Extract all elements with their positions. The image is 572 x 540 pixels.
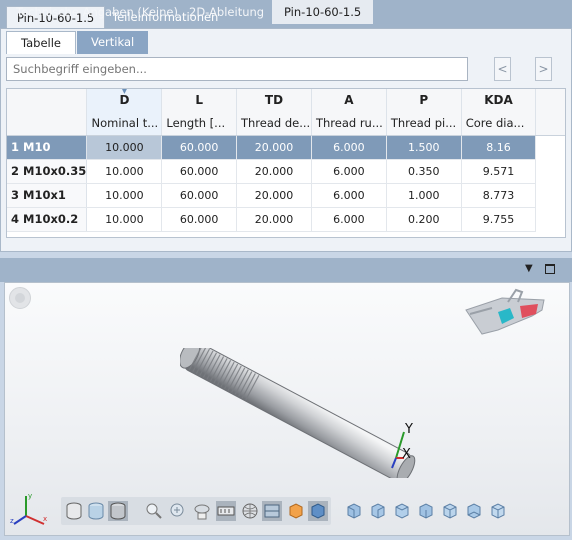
parameter-table: ▼ D L TD A P KDA Nominal t... Length [...… <box>6 88 566 238</box>
view-top-icon[interactable] <box>440 501 460 521</box>
row-filler <box>536 159 565 183</box>
table-cell[interactable]: 0.350 <box>386 159 462 184</box>
view-bottom-icon[interactable] <box>464 501 484 521</box>
table-cell[interactable]: 60.000 <box>161 183 237 208</box>
column-desc-p[interactable]: Thread pi... <box>386 111 462 136</box>
view-front-icon[interactable] <box>344 501 364 521</box>
column-header-a[interactable]: A <box>311 89 387 111</box>
column-header-p[interactable]: P <box>386 89 462 111</box>
rotate-view-icon[interactable] <box>192 501 212 521</box>
column-header-kda[interactable]: KDA <box>461 89 537 111</box>
tab-technical-data[interactable]: Technische Angaben (Keine) <box>4 0 190 24</box>
table-row[interactable]: 4 M10x0.2 10.000 60.000 20.000 6.000 0.2… <box>7 207 565 232</box>
table-cell[interactable]: 60.000 <box>161 135 237 160</box>
cylinder-wireframe-icon[interactable] <box>64 501 84 521</box>
axis-label-y: Y <box>405 422 413 437</box>
section-view-icon[interactable] <box>262 501 282 521</box>
record-icon[interactable] <box>9 287 31 309</box>
row-label[interactable]: 4 M10x0.2 <box>7 207 88 232</box>
row-label[interactable]: 2 M10x0.35 <box>7 159 88 184</box>
column-desc-a[interactable]: Thread ru... <box>311 111 387 136</box>
column-desc-d[interactable]: Nominal t... <box>86 111 163 136</box>
3d-glasses-icon[interactable] <box>462 288 548 340</box>
row-filler <box>536 207 565 231</box>
table-cell[interactable]: 9.571 <box>461 159 537 184</box>
view-back-icon[interactable] <box>368 501 388 521</box>
table-row[interactable]: 2 M10x0.35 10.000 60.000 20.000 6.000 0.… <box>7 159 565 184</box>
zoom-icon[interactable] <box>144 501 164 521</box>
mesh-sphere-icon[interactable] <box>240 501 260 521</box>
table-cell[interactable]: 20.000 <box>236 135 312 160</box>
table-cell[interactable]: 60.000 <box>161 207 237 232</box>
svg-text:z: z <box>10 517 14 525</box>
zoom-fit-icon[interactable] <box>168 501 188 521</box>
row-label[interactable]: 3 M10x1 <box>7 183 88 208</box>
table-cell[interactable]: 10.000 <box>86 207 163 232</box>
row-label[interactable]: 1 M10 <box>7 135 88 160</box>
table-cell[interactable]: 0.200 <box>386 207 462 232</box>
sort-arrow-icon: ▼ <box>121 89 128 95</box>
column-desc-kda[interactable]: Core dia... <box>461 111 537 136</box>
svg-text:y: y <box>28 492 32 500</box>
view-right-icon[interactable] <box>416 501 436 521</box>
table-cell[interactable]: 6.000 <box>311 207 387 232</box>
table-row[interactable]: 1 M10 10.000 60.000 20.000 6.000 1.500 8… <box>7 135 565 160</box>
tab-table[interactable]: Tabelle <box>6 31 77 54</box>
table-cell[interactable]: 60.000 <box>161 159 237 184</box>
dimension-icon[interactable] <box>216 501 236 521</box>
column-desc-td[interactable]: Thread de... <box>236 111 312 136</box>
table-cell[interactable]: 8.16 <box>461 135 537 160</box>
table-cell[interactable]: 6.000 <box>311 183 387 208</box>
search-input[interactable] <box>6 57 468 81</box>
coordinate-triad-icon: y x z <box>10 492 47 525</box>
column-header-td[interactable]: TD <box>236 89 312 111</box>
tab-2d-derivation[interactable]: 2D-Ableitung <box>177 0 276 24</box>
axis-label-x: X <box>402 447 411 462</box>
panel-menu-icon[interactable]: ▼ <box>525 263 533 274</box>
column-header-filler <box>535 89 565 111</box>
table-cell[interactable]: 20.000 <box>236 183 312 208</box>
column-header-d[interactable]: ▼ D <box>86 89 163 111</box>
row-filler <box>536 183 565 207</box>
cylinder-solid-icon[interactable] <box>108 501 128 521</box>
table-cell[interactable]: 6.000 <box>311 135 387 160</box>
orange-cube-icon[interactable] <box>286 501 306 521</box>
tab-vertical[interactable]: Vertikal <box>77 31 149 54</box>
column-header-l[interactable]: L <box>161 89 237 111</box>
maximize-icon[interactable] <box>545 264 555 274</box>
view-iso-icon[interactable] <box>488 501 508 521</box>
table-cell[interactable]: 10.000 <box>86 159 163 184</box>
table-cell[interactable]: 6.000 <box>311 159 387 184</box>
row-filler <box>535 135 565 159</box>
table-cell[interactable]: 9.755 <box>461 207 537 232</box>
table-cell[interactable]: 20.000 <box>236 159 312 184</box>
tab-3d-view[interactable]: Pin-10-60-1.5 <box>272 0 374 24</box>
next-button[interactable]: > <box>535 57 552 81</box>
prev-button[interactable]: < <box>494 57 511 81</box>
table-cell[interactable]: 10.000 <box>86 135 163 160</box>
column-desc-l[interactable]: Length [... <box>161 111 237 136</box>
table-cell[interactable]: 20.000 <box>236 207 312 232</box>
table-row[interactable]: 3 M10x1 10.000 60.000 20.000 6.000 1.000… <box>7 183 565 208</box>
svg-text:x: x <box>43 515 47 523</box>
table-cell[interactable]: 1.000 <box>386 183 462 208</box>
column-desc-filler <box>535 111 565 136</box>
bottom-tab-strip <box>0 258 572 282</box>
table-cell[interactable]: 10.000 <box>86 183 163 208</box>
table-cell[interactable]: 1.500 <box>386 135 462 160</box>
blue-cube-icon[interactable] <box>308 501 328 521</box>
cylinder-shaded-icon[interactable] <box>86 501 106 521</box>
table-corner <box>7 89 88 136</box>
view-left-icon[interactable] <box>392 501 412 521</box>
table-cell[interactable]: 8.773 <box>461 183 537 208</box>
